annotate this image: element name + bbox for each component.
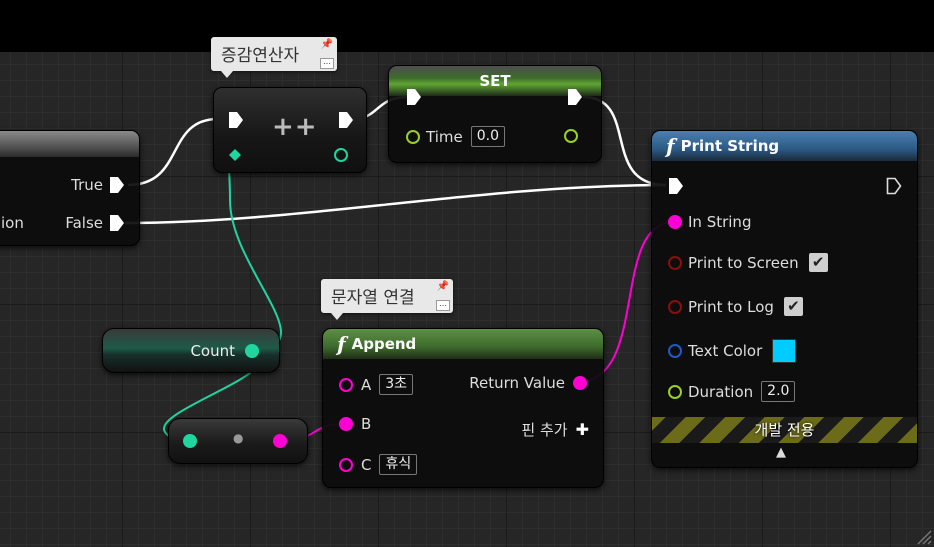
comment-tail bbox=[221, 71, 233, 78]
color-in-pin-icon[interactable] bbox=[668, 344, 682, 358]
instring-pin-row[interactable]: In String bbox=[668, 213, 751, 231]
comment-increment[interactable]: 증감연산자 📌 … bbox=[211, 37, 337, 78]
exec-out-icon[interactable] bbox=[886, 177, 902, 195]
print-screen-pin-row[interactable]: Print to Screen ✔ bbox=[668, 253, 828, 272]
text-color-swatch[interactable] bbox=[772, 339, 797, 363]
dev-only-banner: 개발 전용 bbox=[652, 417, 917, 443]
increment-title: ++ bbox=[272, 112, 318, 142]
dev-only-label: 개발 전용 bbox=[754, 421, 815, 439]
print-string-header: f Print String bbox=[652, 131, 917, 161]
append-b-pin-row[interactable]: B bbox=[339, 415, 371, 433]
print-log-label: Print to Log bbox=[688, 297, 774, 316]
int-in-pin-icon[interactable] bbox=[228, 148, 242, 162]
append-header: f Append bbox=[323, 329, 603, 359]
float-out-pin-icon[interactable] bbox=[564, 129, 578, 143]
append-a-label: A bbox=[361, 375, 372, 394]
branch-false-pin-row[interactable]: False bbox=[65, 214, 125, 232]
add-pin-row[interactable]: 핀 추가 ✚ bbox=[521, 419, 589, 440]
bool-in-pin-icon[interactable] bbox=[668, 255, 682, 270]
function-icon: f bbox=[666, 134, 675, 158]
count-label: Count bbox=[190, 342, 235, 360]
append-c-pin-row[interactable]: C 휴식 bbox=[339, 454, 418, 475]
append-return-pin-row[interactable]: Return Value bbox=[469, 374, 587, 392]
branch-condition-partial: ion bbox=[1, 214, 24, 232]
comment-tail bbox=[331, 313, 343, 320]
append-return-label: Return Value bbox=[469, 374, 565, 392]
add-pin-icon[interactable]: ✚ bbox=[576, 420, 589, 439]
text-color-pin-row[interactable]: Text Color bbox=[668, 339, 797, 363]
increment-node[interactable]: ++ bbox=[213, 87, 367, 173]
set-time-label: Time bbox=[426, 127, 463, 146]
duration-pin-row[interactable]: Duration 2.0 bbox=[668, 381, 796, 402]
print-log-checkbox[interactable]: ✔ bbox=[783, 297, 803, 316]
float-in-pin-icon[interactable] bbox=[668, 384, 682, 399]
append-title: Append bbox=[351, 335, 417, 353]
set-time-pin-row[interactable]: Time 0.0 bbox=[406, 126, 505, 147]
exec-in-icon[interactable] bbox=[228, 111, 244, 129]
append-a-value[interactable]: 3초 bbox=[379, 374, 414, 395]
add-pin-label: 핀 추가 bbox=[521, 421, 568, 439]
blueprint-editor: True False ion 증감연산자 📌 … ++ SET Time 0.0… bbox=[0, 0, 934, 547]
branch-node-header bbox=[0, 131, 139, 157]
append-node[interactable]: f Append A 3초 B C 휴식 Return Value 핀 추가 ✚ bbox=[322, 328, 604, 488]
set-time-value[interactable]: 0.0 bbox=[470, 126, 505, 147]
collapse-arrow-icon[interactable]: ▲ bbox=[776, 445, 786, 460]
string-in-pin-icon[interactable] bbox=[339, 377, 353, 392]
string-in-pin-icon[interactable] bbox=[339, 457, 353, 472]
comment-append[interactable]: 문자열 연결 📌 … bbox=[321, 279, 453, 320]
comment-append-text: 문자열 연결 bbox=[331, 288, 415, 308]
print-string-node[interactable]: f Print String In String Print to Screen… bbox=[651, 130, 918, 468]
branch-false-label: False bbox=[65, 214, 103, 232]
print-log-pin-row[interactable]: Print to Log ✔ bbox=[668, 297, 803, 316]
function-icon: f bbox=[337, 332, 346, 356]
append-c-value[interactable]: 휴식 bbox=[379, 454, 418, 475]
int-out-pin-icon[interactable] bbox=[334, 148, 348, 162]
comment-expand-icon[interactable]: … bbox=[436, 300, 450, 311]
string-out-pin-icon[interactable] bbox=[273, 434, 287, 448]
print-string-title: Print String bbox=[680, 137, 780, 155]
string-out-pin-icon[interactable] bbox=[573, 376, 587, 390]
resize-grip-icon[interactable] bbox=[914, 527, 932, 545]
set-title: SET bbox=[479, 72, 511, 90]
instring-label: In String bbox=[688, 213, 752, 231]
int-out-pin-icon[interactable] bbox=[245, 344, 259, 358]
set-node[interactable]: SET Time 0.0 bbox=[388, 65, 602, 163]
duration-label: Duration bbox=[688, 382, 754, 401]
exec-in-icon[interactable] bbox=[406, 88, 422, 106]
print-screen-label: Print to Screen bbox=[688, 253, 799, 272]
append-c-label: C bbox=[361, 455, 372, 474]
print-screen-checkbox[interactable]: ✔ bbox=[808, 253, 828, 272]
branch-true-pin-row[interactable]: True bbox=[71, 176, 125, 194]
exec-out-icon[interactable] bbox=[109, 176, 125, 194]
branch-condition-label: ion bbox=[1, 214, 24, 232]
comment-increment-text: 증감연산자 bbox=[221, 46, 300, 66]
pin-comment-icon[interactable]: 📌 bbox=[321, 39, 333, 50]
append-b-label: B bbox=[361, 415, 372, 433]
bool-in-pin-icon[interactable] bbox=[668, 299, 682, 314]
branch-true-label: True bbox=[71, 176, 103, 194]
branch-node[interactable]: True False ion bbox=[0, 130, 140, 246]
exec-out-icon[interactable] bbox=[338, 111, 354, 129]
append-a-pin-row[interactable]: A 3초 bbox=[339, 374, 414, 395]
duration-value[interactable]: 2.0 bbox=[761, 381, 796, 402]
exec-out-icon[interactable] bbox=[567, 88, 583, 106]
int-to-string-conversion-node[interactable]: ● bbox=[168, 418, 308, 464]
pin-comment-icon[interactable]: 📌 bbox=[437, 281, 449, 292]
string-in-pin-icon[interactable] bbox=[668, 215, 682, 229]
comment-expand-icon[interactable]: … bbox=[320, 58, 334, 69]
int-in-pin-icon[interactable] bbox=[183, 434, 197, 448]
string-in-pin-icon[interactable] bbox=[339, 417, 353, 431]
exec-in-icon[interactable] bbox=[668, 177, 684, 195]
conversion-dot-icon: ● bbox=[233, 431, 244, 445]
float-in-pin-icon[interactable] bbox=[406, 129, 420, 144]
count-variable-node[interactable]: Count bbox=[102, 328, 280, 373]
exec-out-icon[interactable] bbox=[109, 214, 125, 232]
text-color-label: Text Color bbox=[688, 342, 763, 360]
